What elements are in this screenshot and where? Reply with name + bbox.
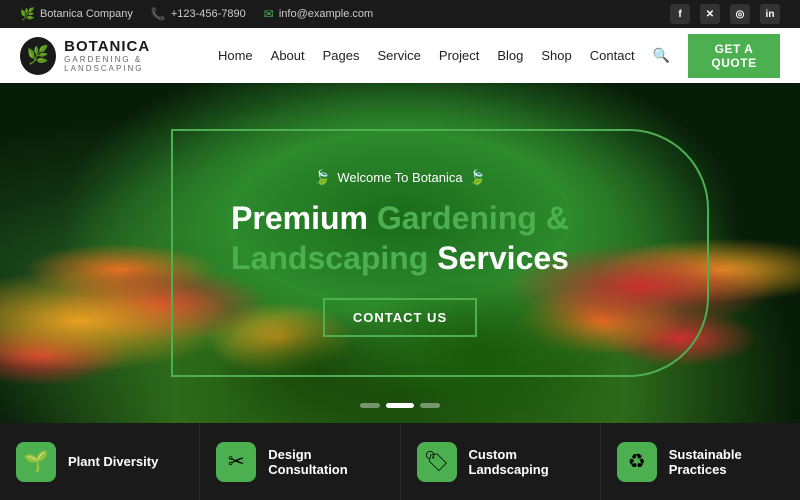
hero-content: 🍃 Welcome To Botanica 🍃 Premium Gardenin… — [191, 139, 609, 367]
design-consultation-icon: ✂ — [216, 442, 256, 482]
social-links: f ✕ ◎ in — [670, 4, 780, 24]
hero-title-services: Services — [428, 240, 569, 276]
custom-landscaping-icon: 🏷 — [417, 442, 457, 482]
hero-section: 🍃 Welcome To Botanica 🍃 Premium Gardenin… — [0, 83, 800, 423]
slider-dot-2[interactable] — [386, 403, 414, 408]
company-info: 🌿 Botanica Company — [20, 7, 133, 21]
nav-contact[interactable]: Contact — [590, 48, 635, 63]
top-bar: 🌿 Botanica Company 📞 +123-456-7890 ✉ inf… — [0, 0, 800, 28]
card-design-consultation-label: Design Consultation — [268, 447, 383, 477]
company-icon: 🌿 — [20, 7, 35, 21]
phone-icon: 📞 — [151, 7, 166, 21]
nav-about[interactable]: About — [271, 48, 305, 63]
card-sustainable-practices-label: Sustainable Practices — [669, 447, 784, 477]
logo-text: BOTANICA GARDENING & LANDSCAPING — [64, 38, 218, 73]
hero-title-green1: Gardening & — [377, 200, 569, 236]
card-custom-landscaping: 🏷 Custom Landscaping — [401, 423, 601, 500]
header: 🌿 BOTANICA GARDENING & LANDSCAPING Home … — [0, 28, 800, 83]
email-icon: ✉ — [264, 7, 274, 21]
nav-shop[interactable]: Shop — [541, 48, 571, 63]
plant-diversity-icon: 🌱 — [16, 442, 56, 482]
logo-name: BOTANICA — [64, 38, 218, 55]
hero-title: Premium Gardening & Landscaping Services — [231, 198, 569, 278]
facebook-icon[interactable]: f — [670, 4, 690, 24]
twitter-icon[interactable]: ✕ — [700, 4, 720, 24]
nav-home[interactable]: Home — [218, 48, 253, 63]
get-quote-button[interactable]: GET A QUOTE — [688, 34, 780, 78]
email-info: ✉ info@example.com — [264, 7, 373, 21]
hero-tagline-text: Welcome To Botanica — [337, 170, 462, 185]
slider-dot-3[interactable] — [420, 403, 440, 408]
leaf-left-icon: 🍃 — [314, 169, 331, 186]
slider-dot-1[interactable] — [360, 403, 380, 408]
email-address: info@example.com — [279, 8, 373, 20]
leaf-right-icon: 🍃 — [469, 169, 486, 186]
hero-title-premium: Premium — [231, 200, 377, 236]
sustainable-practices-icon: ♻ — [617, 442, 657, 482]
card-plant-diversity-label: Plant Diversity — [68, 454, 158, 469]
linkedin-icon[interactable]: in — [760, 4, 780, 24]
phone-info: 📞 +123-456-7890 — [151, 7, 246, 21]
card-plant-diversity: 🌱 Plant Diversity — [0, 423, 200, 500]
slider-dots — [360, 403, 440, 408]
logo: 🌿 BOTANICA GARDENING & LANDSCAPING — [20, 37, 218, 75]
nav-service[interactable]: Service — [378, 48, 421, 63]
logo-sub: GARDENING & LANDSCAPING — [64, 55, 218, 73]
contact-us-button[interactable]: CONTACT US — [323, 298, 477, 337]
hero-content-wrapper: 🍃 Welcome To Botanica 🍃 Premium Gardenin… — [0, 83, 800, 423]
nav-blog[interactable]: Blog — [497, 48, 523, 63]
card-sustainable-practices: ♻ Sustainable Practices — [601, 423, 800, 500]
main-nav: Home About Pages Service Project Blog Sh… — [218, 34, 780, 78]
cards-section: 🌱 Plant Diversity ✂ Design Consultation … — [0, 423, 800, 500]
search-icon[interactable]: 🔍 — [653, 47, 670, 64]
card-design-consultation: ✂ Design Consultation — [200, 423, 400, 500]
company-name: Botanica Company — [40, 8, 133, 20]
nav-pages[interactable]: Pages — [323, 48, 360, 63]
logo-icon: 🌿 — [20, 37, 56, 75]
top-bar-left: 🌿 Botanica Company 📞 +123-456-7890 ✉ inf… — [20, 7, 373, 21]
card-custom-landscaping-label: Custom Landscaping — [469, 447, 584, 477]
hero-title-green2: Landscaping — [231, 240, 428, 276]
phone-number: +123-456-7890 — [171, 8, 246, 20]
nav-project[interactable]: Project — [439, 48, 479, 63]
hero-tagline: 🍃 Welcome To Botanica 🍃 — [231, 169, 569, 186]
instagram-icon[interactable]: ◎ — [730, 4, 750, 24]
